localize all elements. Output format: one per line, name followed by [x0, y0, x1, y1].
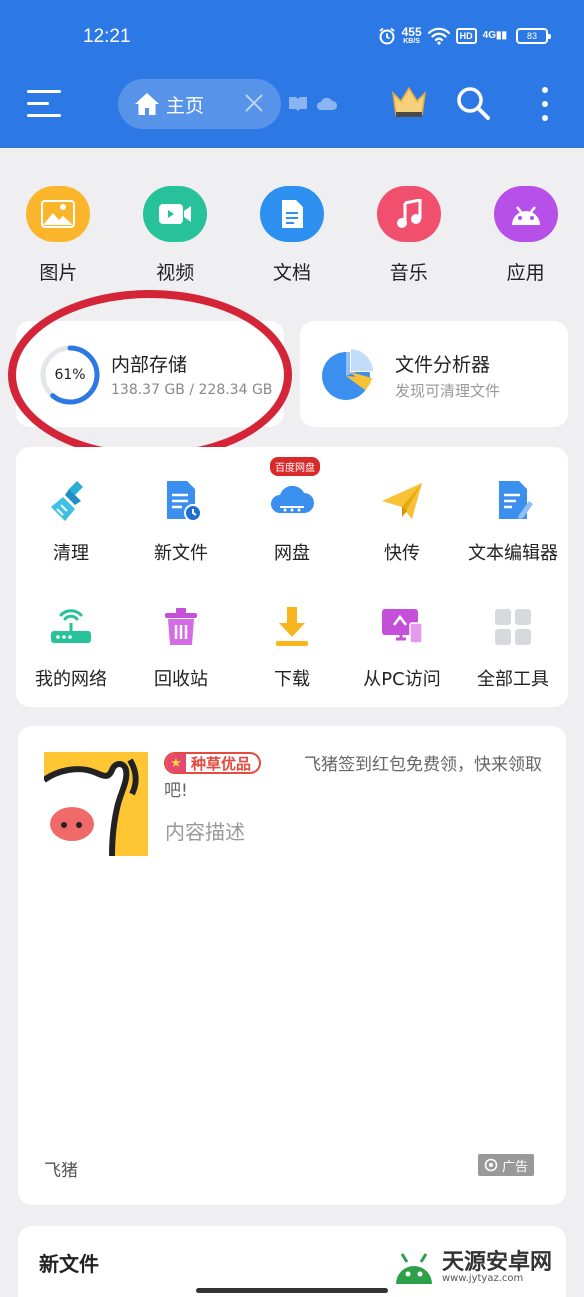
other-tabs[interactable]	[288, 95, 338, 111]
watermark-name: 天源安卓网	[442, 1250, 553, 1275]
storage-percent: 61%	[54, 367, 86, 383]
new-files-title: 新文件	[39, 1252, 99, 1276]
tool-pc-access[interactable]: 从PC访问	[347, 603, 457, 691]
ad-info-icon	[484, 1158, 498, 1172]
document-icon	[259, 186, 324, 242]
pc-access-icon	[382, 609, 423, 644]
home-indicator[interactable]	[196, 1288, 388, 1293]
category-row: 图片 视频 文档 音乐 应用	[0, 186, 584, 285]
watermark-logo	[396, 1253, 432, 1284]
net-speed: 455 KB/S	[401, 25, 422, 45]
image-icon	[26, 186, 91, 242]
status-bar: 12:21 455 KB/S HD 4G▮▮ 83	[0, 0, 584, 74]
tool-clean[interactable]: 清理	[16, 477, 126, 565]
toolbar: 主页	[0, 74, 584, 148]
file-analyzer-card[interactable]: 文件分析器 发现可清理文件	[300, 321, 568, 427]
trash-icon	[165, 608, 197, 645]
star-icon: ★	[166, 754, 186, 772]
tool-all-tools[interactable]: 全部工具	[458, 603, 568, 691]
cloud-icon	[317, 97, 338, 110]
new-file-icon	[167, 481, 202, 522]
battery-icon: 83	[516, 27, 551, 44]
category-apps[interactable]: 应用	[467, 186, 584, 285]
more-options-icon[interactable]	[540, 87, 550, 121]
category-documents[interactable]: 文档	[234, 186, 351, 285]
router-icon	[51, 609, 91, 643]
ad-brand: 飞猪	[44, 1161, 78, 1181]
fliggy-logo	[44, 752, 148, 856]
tool-recycle-bin[interactable]: 回收站	[126, 603, 236, 691]
ad-label[interactable]: 广告	[478, 1154, 535, 1176]
tool-quick-transfer[interactable]: 快传	[347, 477, 457, 565]
broom-icon	[51, 481, 83, 521]
close-tab-icon[interactable]	[242, 91, 266, 115]
video-icon	[143, 186, 208, 242]
status-icons: 455 KB/S HD 4G▮▮ 83	[378, 25, 551, 45]
analyzer-subtitle: 发现可清理文件	[395, 382, 501, 400]
cloud-drive-icon	[271, 485, 314, 513]
book-icon	[289, 97, 307, 111]
ad-card[interactable]: 飞猪签到红包免费领，快来领取吧! ★ 种草优品 内容描述 飞猪 广告	[18, 726, 566, 1205]
tool-new-files[interactable]: 新文件	[126, 477, 236, 565]
paper-plane-icon	[382, 483, 422, 519]
hd-badge: HD	[455, 27, 477, 44]
alarm-icon	[379, 27, 395, 44]
text-editor-icon	[499, 481, 533, 519]
menu-button[interactable]	[27, 88, 63, 118]
category-music[interactable]: 音乐	[350, 186, 467, 285]
watermark: 天源安卓网 www.jytyaz.com	[392, 1246, 576, 1290]
search-icon[interactable]	[455, 85, 491, 121]
grid-icon	[495, 609, 531, 645]
vip-crown-icon[interactable]	[390, 85, 428, 119]
signal-icon: 4G▮▮	[482, 30, 507, 41]
analyzer-title: 文件分析器	[395, 354, 491, 376]
download-icon	[276, 607, 308, 646]
home-icon	[135, 93, 159, 115]
music-icon	[376, 186, 441, 242]
storage-title: 内部存储	[111, 354, 188, 376]
tool-download[interactable]: 下载	[237, 603, 347, 691]
tool-text-editor[interactable]: 文本编辑器	[458, 477, 568, 565]
app-header: 12:21 455 KB/S HD 4G▮▮ 83 主页	[0, 0, 584, 148]
ad-description: 内容描述	[165, 820, 245, 844]
tool-my-network[interactable]: 我的网络	[16, 603, 126, 691]
watermark-url: www.jytyaz.com	[442, 1273, 524, 1284]
storage-usage: 138.37 GB / 228.34 GB	[111, 382, 273, 398]
ad-tag: ★ 种草优品	[164, 752, 262, 774]
tool-cloud-drive[interactable]: 网盘	[237, 477, 347, 565]
tab-home-label: 主页	[166, 94, 205, 117]
cloud-drive-badge: 百度网盘	[270, 457, 320, 476]
tab-home[interactable]: 主页	[118, 79, 281, 129]
status-time: 12:21	[83, 26, 131, 47]
category-videos[interactable]: 视频	[117, 186, 234, 285]
pie-chart-icon	[322, 348, 374, 400]
internal-storage-card[interactable]: 61% 内部存储 138.37 GB / 228.34 GB	[16, 321, 284, 427]
android-icon	[493, 186, 558, 242]
category-images[interactable]: 图片	[0, 186, 117, 285]
wifi-icon	[427, 27, 450, 45]
